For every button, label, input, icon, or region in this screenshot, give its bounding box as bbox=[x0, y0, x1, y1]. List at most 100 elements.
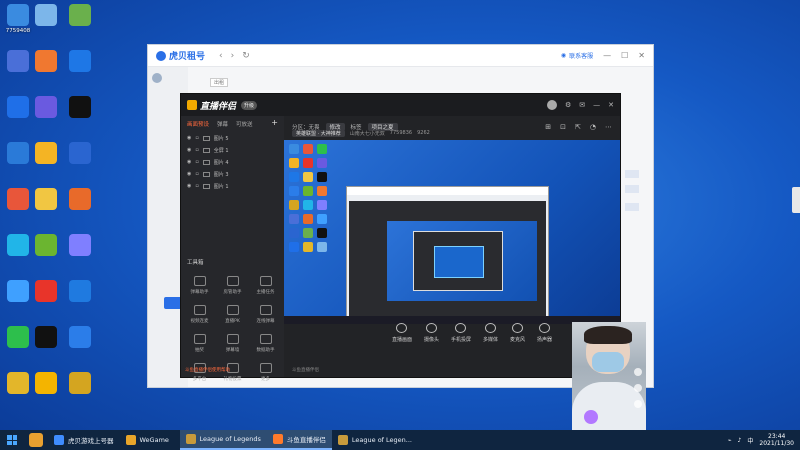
desktop-icon[interactable] bbox=[62, 372, 98, 396]
eye-icon[interactable]: ◉ bbox=[187, 147, 191, 153]
taskbar-task[interactable]: 斗鱼直播伴侣 bbox=[266, 430, 332, 450]
game-chip[interactable]: 英雄联盟 · 大神推荐 bbox=[292, 130, 345, 137]
tool-icon bbox=[226, 334, 239, 344]
tray-volume-icon[interactable]: ♪ bbox=[738, 437, 742, 444]
comment-icon[interactable] bbox=[634, 384, 642, 392]
edge-toggle[interactable] bbox=[792, 187, 800, 213]
desktop-icon[interactable] bbox=[28, 280, 64, 304]
tool-item[interactable]: 直播PK bbox=[216, 305, 249, 324]
forward-button[interactable]: › bbox=[231, 51, 235, 61]
control-button[interactable]: 多媒体 bbox=[483, 319, 498, 357]
app-icon bbox=[7, 280, 29, 302]
layer-item[interactable]: ◉ ▫ 图片 4 bbox=[181, 156, 284, 168]
more-icon[interactable]: ⋯ bbox=[605, 123, 612, 131]
eye-icon[interactable]: ◉ bbox=[187, 183, 191, 189]
lock-icon[interactable]: ▫ bbox=[195, 147, 198, 153]
close-icon[interactable]: ✕ bbox=[608, 101, 614, 109]
close-button[interactable]: ✕ bbox=[638, 51, 645, 60]
tool-item[interactable]: 主播任务 bbox=[249, 276, 282, 295]
tool-item[interactable]: 抽奖 bbox=[183, 334, 216, 353]
back-button[interactable]: ‹ bbox=[219, 51, 223, 61]
lock-icon[interactable]: ▫ bbox=[195, 135, 198, 141]
tab-broadcast[interactable]: 可放送 bbox=[236, 120, 253, 128]
taskbar-task[interactable]: League of Legends bbox=[179, 430, 267, 450]
like-icon[interactable] bbox=[634, 368, 642, 376]
gift-icon[interactable]: ⊞ bbox=[545, 123, 551, 131]
side-action-3[interactable] bbox=[625, 203, 639, 211]
tool-label: 弹幕助手 bbox=[190, 290, 209, 295]
tray-network-icon[interactable]: ⌁ bbox=[728, 437, 732, 444]
desktop-icon[interactable] bbox=[62, 326, 98, 350]
desktop-icon[interactable] bbox=[62, 234, 98, 258]
control-button[interactable]: 直播画面 bbox=[392, 319, 412, 357]
layer-item[interactable]: ◉ ▫ 图片 5 bbox=[181, 132, 284, 144]
bell-icon[interactable]: ◔ bbox=[590, 123, 596, 131]
desktop-icon[interactable] bbox=[62, 188, 98, 212]
tool-item[interactable]: 更多 bbox=[249, 363, 282, 382]
help-link[interactable]: 斗鱼直播伴侣使用帮助 bbox=[185, 367, 230, 373]
settings-icon[interactable]: ⚙ bbox=[565, 101, 571, 109]
eye-icon[interactable]: ◉ bbox=[187, 159, 191, 165]
lock-icon[interactable]: ▫ bbox=[195, 171, 198, 177]
clock[interactable]: 23:44 2021/11/30 bbox=[759, 433, 794, 447]
avatar bbox=[152, 73, 162, 83]
layer-item[interactable]: ◉ ▫ 图片 3 bbox=[181, 168, 284, 180]
eye-icon[interactable]: ◉ bbox=[187, 171, 191, 177]
layer-item[interactable]: ◉ ▫ 图片 1 bbox=[181, 180, 284, 192]
share-icon[interactable] bbox=[634, 400, 642, 408]
refresh-button[interactable]: ↻ bbox=[242, 51, 250, 61]
tool-item[interactable]: 房管助手 bbox=[216, 276, 249, 295]
desktop-icon[interactable] bbox=[28, 372, 64, 396]
control-button[interactable]: 手机投屏 bbox=[451, 319, 471, 357]
control-button[interactable]: 麦克风 bbox=[510, 319, 525, 357]
side-action-1[interactable] bbox=[625, 170, 639, 178]
minimize-icon[interactable]: — bbox=[593, 101, 600, 109]
desktop-icon[interactable] bbox=[28, 4, 64, 28]
taskbar-browser-icon[interactable] bbox=[29, 433, 43, 447]
desktop-icon[interactable] bbox=[28, 50, 64, 74]
add-source-button[interactable]: + bbox=[271, 119, 278, 128]
maximize-button[interactable]: ☐ bbox=[621, 51, 628, 60]
desktop-icon[interactable] bbox=[62, 142, 98, 166]
user-avatar[interactable] bbox=[546, 100, 557, 110]
desktop-icon[interactable] bbox=[62, 50, 98, 74]
message-icon[interactable]: ✉ bbox=[579, 101, 585, 109]
tool-item[interactable]: 视频连麦 bbox=[183, 305, 216, 324]
lock-icon[interactable]: ▫ bbox=[195, 159, 198, 165]
customer-service-button[interactable]: ◉ 联系客服 bbox=[561, 51, 593, 60]
tool-item[interactable]: 数据助手 bbox=[249, 334, 282, 353]
desktop-icon[interactable] bbox=[62, 96, 98, 120]
taskbar-task[interactable]: League of Legen... bbox=[332, 430, 418, 450]
minimize-button[interactable]: — bbox=[603, 51, 611, 60]
tray-lang[interactable]: 中 bbox=[747, 436, 753, 445]
tab-scene[interactable]: 画面预设 bbox=[187, 120, 209, 128]
lock-icon[interactable]: ⊡ bbox=[560, 123, 566, 131]
live-preview[interactable] bbox=[284, 140, 620, 324]
tool-item[interactable]: 弹幕助手 bbox=[183, 276, 216, 295]
upgrade-chip[interactable]: 升级 bbox=[241, 100, 258, 110]
rent-button[interactable]: 出租 bbox=[210, 78, 229, 87]
tool-item[interactable]: 弹幕墙 bbox=[216, 334, 249, 353]
layer-label: 图片 4 bbox=[213, 159, 229, 166]
tool-item[interactable]: 连线弹幕 bbox=[249, 305, 282, 324]
side-action-2[interactable] bbox=[625, 185, 639, 193]
tab-danmaku[interactable]: 弹幕 bbox=[217, 120, 228, 128]
start-button[interactable] bbox=[0, 430, 24, 450]
desktop-icon[interactable] bbox=[28, 96, 64, 120]
desktop-icon[interactable] bbox=[28, 234, 64, 258]
taskbar-task[interactable]: WeGame bbox=[120, 430, 180, 450]
desktop-icon[interactable] bbox=[62, 4, 98, 28]
lock-icon[interactable]: ▫ bbox=[195, 183, 198, 189]
desktop-icon[interactable] bbox=[62, 280, 98, 304]
desktop-icon[interactable] bbox=[28, 326, 64, 350]
control-button[interactable]: 扬声器 bbox=[537, 319, 552, 357]
taskbar-task[interactable]: 虎贝游戏上号器 bbox=[48, 430, 120, 450]
control-icon bbox=[539, 323, 551, 333]
desktop-icon[interactable] bbox=[28, 188, 64, 212]
preview-app-icon bbox=[317, 214, 327, 224]
control-button[interactable]: 摄像头 bbox=[424, 319, 439, 357]
desktop-icon[interactable] bbox=[28, 142, 64, 166]
layer-item[interactable]: ◉ ▫ 全屏 1 bbox=[181, 144, 284, 156]
share-icon[interactable]: ⇱ bbox=[575, 123, 581, 131]
eye-icon[interactable]: ◉ bbox=[187, 135, 191, 141]
